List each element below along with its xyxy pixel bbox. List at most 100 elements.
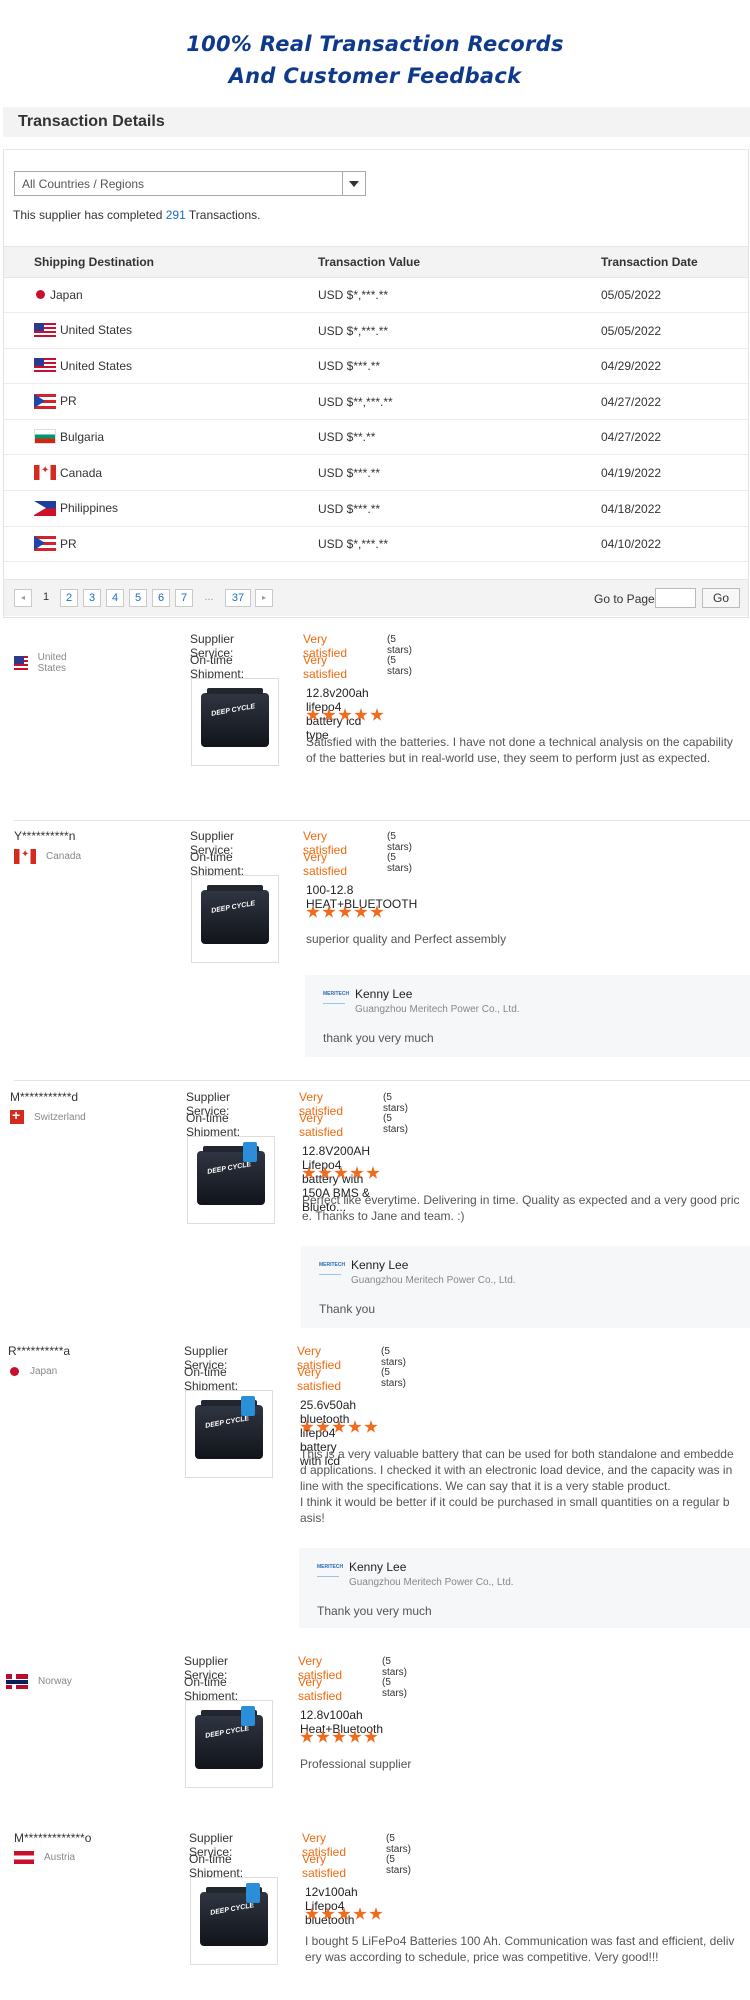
supplier-service-stars: (5 stars) [386, 1833, 411, 1855]
transaction-details-title: Transaction Details [18, 113, 165, 130]
transaction-details-panel: All Countries / Regions This supplier ha… [3, 149, 749, 618]
transactions-count: 291 [165, 208, 186, 222]
review-comment-line: I bought 5 LiFePo4 Batteries 100 Ah. Com… [305, 1934, 735, 1948]
star-icon [370, 905, 384, 918]
next-page-button[interactable]: ▸ [255, 589, 273, 607]
transaction-value: USD $*,***.** [318, 323, 389, 338]
page-2[interactable]: 2 [60, 589, 78, 607]
transaction-date: 04/19/2022 [601, 466, 662, 480]
hero-banner: 100% Real Transaction Records And Custom… [0, 0, 750, 102]
product-thumbnail[interactable]: DEEP CYCLE [187, 1136, 275, 1224]
review-comment-line: d applications. I checked it with an ele… [300, 1463, 733, 1477]
company-logo: MERITECH [319, 1262, 345, 1275]
review-comment-line: superior quality and Perfect assembly [306, 932, 507, 946]
region-select-value: All Countries / Regions [22, 177, 145, 191]
star-icon [366, 1166, 380, 1179]
reply-text: thank you very much [323, 1031, 434, 1045]
review-comment-line: ery was according to schedule, price was… [305, 1950, 659, 1964]
supplier-reply: MERITECH Kenny Lee Guangzhou Meritech Powe… [305, 975, 750, 1057]
reviewer-country-name: United States [37, 652, 67, 674]
reviewer-country: Switzerland [10, 1107, 86, 1124]
review-comment-line: of the batteries but in real-world use, … [306, 751, 711, 765]
battery-label: DEEP CYCLE [209, 1902, 255, 1917]
transaction-row: Japan USD $*,***.** 05/05/2022 [4, 277, 748, 313]
flag-icon [34, 536, 56, 552]
ontime-shipment-stars: (5 stars) [382, 1677, 407, 1699]
transaction-row: Canada USD $***.** 04/19/2022 [4, 455, 748, 491]
star-icon [306, 905, 320, 918]
transaction-date: 04/29/2022 [601, 359, 662, 374]
page-37[interactable]: 37 [225, 589, 251, 607]
ontime-shipment-label: On-time Shipment: [186, 1111, 241, 1139]
flag-icon [34, 287, 46, 302]
chevron-down-icon[interactable] [342, 172, 365, 195]
transaction-value: USD $**,***.** [318, 394, 393, 409]
star-icon [332, 1420, 346, 1433]
shipping-destination: Canada [34, 465, 102, 480]
ontime-shipment-rating: Very satisfied [303, 850, 348, 878]
product-rating-stars [300, 1420, 378, 1434]
star-icon [348, 1420, 362, 1433]
reply-text: Thank you [319, 1302, 376, 1316]
goto-page-input[interactable] [655, 588, 696, 608]
page-ellipsis: ... [204, 591, 214, 603]
transaction-row: United States USD $***.** 04/29/2022 [4, 348, 748, 385]
product-thumbnail[interactable]: DEEP CYCLE [185, 1700, 273, 1788]
star-icon [338, 905, 352, 918]
star-icon [364, 1420, 378, 1433]
battery-image: DEEP CYCLE [201, 688, 269, 747]
star-icon [316, 1730, 330, 1743]
battery-label: DEEP CYCLE [210, 703, 256, 718]
page-5[interactable]: 5 [129, 589, 147, 607]
country-name: PR [60, 536, 77, 551]
flag-icon [34, 429, 56, 445]
supplier-reply: MERITECH Kenny Lee Guangzhou Meritech Powe… [301, 1246, 750, 1328]
country-name: Canada [60, 465, 103, 480]
reviewer-country-name: Austria [44, 1852, 76, 1863]
product-thumbnail[interactable]: DEEP CYCLE [191, 875, 279, 963]
region-select[interactable]: All Countries / Regions [14, 171, 366, 196]
product-rating-stars [306, 708, 384, 722]
shipping-destination: Bulgaria [34, 429, 104, 445]
go-button[interactable]: Go [702, 588, 740, 608]
page-6[interactable]: 6 [152, 589, 170, 607]
reviewer-country: Japan [8, 1364, 57, 1379]
product-thumbnail[interactable]: DEEP CYCLE [191, 678, 279, 766]
star-icon [348, 1730, 362, 1743]
reviewer-name: M***********d [10, 1090, 79, 1104]
reply-company: Guangzhou Meritech Power Co., Ltd. [355, 1004, 520, 1015]
flag-icon [34, 465, 56, 480]
shipping-destination: Philippines [34, 500, 118, 516]
star-icon [369, 1907, 383, 1920]
page-4[interactable]: 4 [106, 589, 124, 607]
company-logo: MERITECH [317, 1564, 343, 1577]
flag-icon [14, 1851, 34, 1864]
hero-title-line1: 100% Real Transaction Records [186, 32, 564, 56]
ontime-shipment-label: On-time Shipment: [190, 653, 245, 681]
product-thumbnail[interactable]: DEEP CYCLE [190, 1877, 278, 1965]
star-icon [334, 1166, 348, 1179]
hero-title-line2: And Customer Feedback [228, 64, 522, 88]
product-thumbnail[interactable]: DEEP CYCLE [185, 1390, 273, 1478]
page-7[interactable]: 7 [175, 589, 193, 607]
reply-author: Kenny Lee [349, 1560, 407, 1574]
battery-image: DEEP CYCLE [201, 885, 269, 944]
shipping-destination: Japan [34, 287, 83, 302]
transaction-date: 04/27/2022 [601, 430, 662, 445]
reviewer-country-name: Switzerland [34, 1111, 86, 1123]
column-shipping-destination: Shipping Destination [34, 255, 154, 269]
ontime-shipment-rating: Very satisfied [302, 1852, 347, 1880]
review-divider [14, 820, 750, 821]
reviewer-country: United States [14, 652, 75, 674]
transaction-row: PR USD $**,***.** 04/27/2022 [4, 384, 748, 420]
reviewer-country-name: Norway [38, 1676, 72, 1687]
review-divider [14, 1080, 750, 1081]
star-icon [354, 708, 368, 721]
page-3[interactable]: 3 [83, 589, 101, 607]
product-rating-stars [305, 1907, 383, 1921]
prev-page-button[interactable]: ◂ [14, 589, 32, 607]
star-icon [318, 1166, 332, 1179]
transaction-row: United States USD $*,***.** 05/05/2022 [4, 313, 748, 349]
star-icon [338, 708, 352, 721]
ontime-shipment-stars: (5 stars) [387, 852, 412, 874]
